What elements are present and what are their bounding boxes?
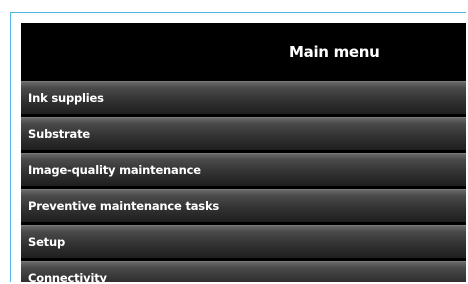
menu-item-ink-supplies[interactable]: Ink supplies: [21, 81, 466, 114]
menu-item-setup[interactable]: Setup: [21, 225, 466, 258]
screenshot-frame: Main menu Ink supplies Substrate Image-q…: [10, 12, 466, 282]
page-title: Main menu: [289, 43, 380, 61]
menu-item-label: Substrate: [28, 127, 90, 141]
menu-item-label: Connectivity: [28, 271, 107, 282]
menu-item-substrate[interactable]: Substrate: [21, 117, 466, 150]
menu-item-label: Image-quality maintenance: [28, 163, 201, 177]
menu-item-label: Ink supplies: [28, 91, 104, 105]
menu-item-image-quality-maintenance[interactable]: Image-quality maintenance: [21, 153, 466, 186]
printer-panel-screen: Main menu Ink supplies Substrate Image-q…: [21, 23, 466, 282]
menu-item-preventive-maintenance-tasks[interactable]: Preventive maintenance tasks: [21, 189, 466, 222]
menu-item-label: Preventive maintenance tasks: [28, 199, 220, 213]
header-bar: Main menu: [21, 23, 466, 81]
main-menu-list: Ink supplies Substrate Image-quality mai…: [21, 81, 466, 282]
menu-item-connectivity[interactable]: Connectivity: [21, 261, 466, 282]
menu-item-label: Setup: [28, 235, 65, 249]
